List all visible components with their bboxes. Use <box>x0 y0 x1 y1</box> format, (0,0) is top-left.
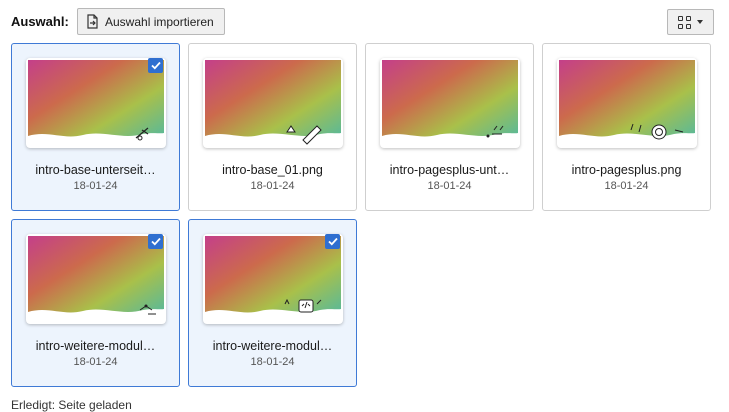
file-name: intro-base_01.png <box>222 163 323 177</box>
file-thumbnail <box>203 234 343 324</box>
checkmark-icon <box>150 237 161 246</box>
file-name: intro-pagesplus.png <box>571 163 682 177</box>
selection-toolbar: Auswahl: Auswahl importieren <box>11 8 714 36</box>
import-file-icon <box>87 14 98 29</box>
checkmark-icon <box>327 237 338 246</box>
checkmark-icon <box>150 61 161 70</box>
caret-down-icon <box>697 20 703 24</box>
file-thumbnail <box>557 58 697 148</box>
file-card[interactable]: intro-base_01.png 18-01-24 <box>188 43 357 211</box>
file-card[interactable]: intro-pagesplus.png 18-01-24 <box>542 43 711 211</box>
status-text: Erledigt: Seite geladen <box>11 398 132 412</box>
file-date: 18-01-24 <box>73 180 118 192</box>
file-card[interactable]: intro-weitere-modul… 18-01-24 <box>11 219 180 387</box>
file-name: intro-pagesplus-unt… <box>389 163 510 177</box>
file-thumbnail <box>203 58 343 148</box>
selected-checkbox[interactable] <box>325 234 340 249</box>
file-name: intro-base-unterseit… <box>35 163 156 177</box>
file-thumbnail <box>26 234 166 324</box>
file-date: 18-01-24 <box>250 180 295 192</box>
file-card[interactable]: intro-weitere-modul… 18-01-24 <box>188 219 357 387</box>
selected-checkbox[interactable] <box>148 234 163 249</box>
file-thumbnail <box>26 58 166 148</box>
view-mode-dropdown[interactable] <box>667 9 714 35</box>
import-selection-button[interactable]: Auswahl importieren <box>77 8 225 35</box>
import-selection-label: Auswahl importieren <box>105 14 214 29</box>
file-date: 18-01-24 <box>604 180 649 192</box>
selected-checkbox[interactable] <box>148 58 163 73</box>
file-date: 18-01-24 <box>73 356 118 368</box>
selection-label: Auswahl: <box>11 14 69 29</box>
file-date: 18-01-24 <box>250 356 295 368</box>
file-card[interactable]: intro-pagesplus-unt… 18-01-24 <box>365 43 534 211</box>
file-name: intro-weitere-modul… <box>212 339 333 353</box>
file-date: 18-01-24 <box>427 180 472 192</box>
file-card[interactable]: intro-base-unterseit… 18-01-24 <box>11 43 180 211</box>
file-thumbnail <box>380 58 520 148</box>
file-name: intro-weitere-modul… <box>35 339 156 353</box>
grid-view-icon <box>678 15 691 29</box>
